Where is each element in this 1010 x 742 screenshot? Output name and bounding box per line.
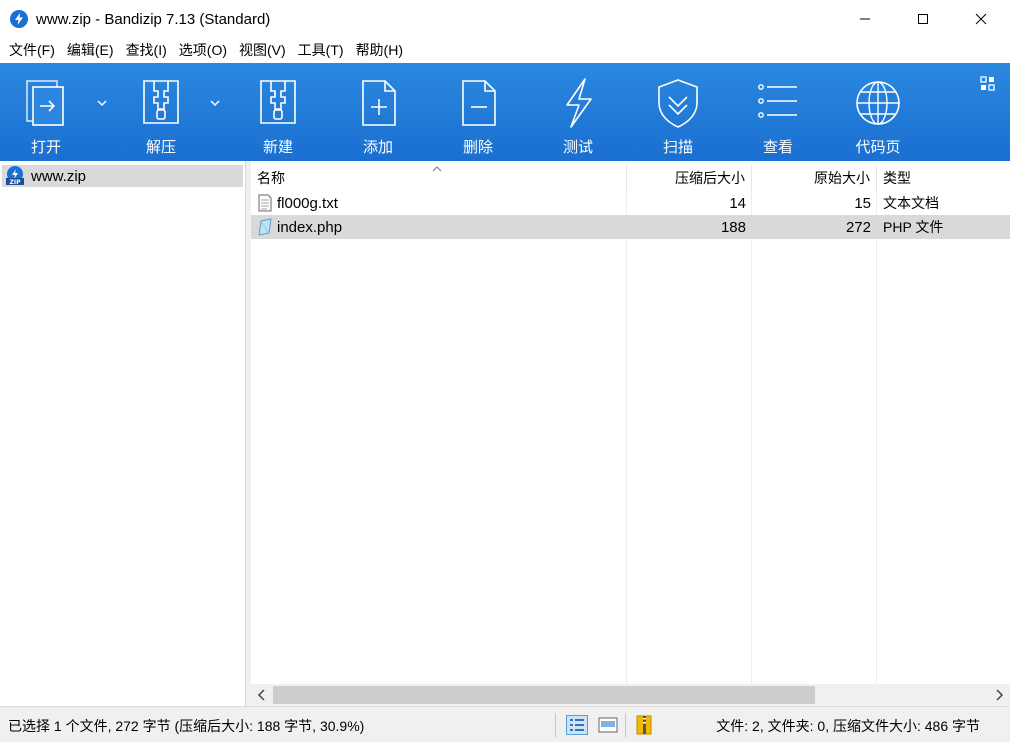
preview-pane-icon[interactable] [597, 715, 619, 735]
codepage-button[interactable]: 代码页 [830, 63, 920, 161]
tree-item-root[interactable]: ZIP www.zip [2, 165, 243, 187]
test-label: 测试 [562, 139, 593, 156]
open-dropdown-chevron-icon[interactable] [94, 95, 110, 111]
close-button[interactable] [952, 0, 1010, 38]
delete-label: 删除 [462, 139, 493, 156]
extract-button[interactable]: 解压 [113, 63, 203, 161]
new-archive-icon [260, 80, 296, 124]
column-header-original[interactable]: 原始大小 [752, 165, 877, 191]
lightning-icon [566, 78, 592, 128]
new-label: 新建 [262, 139, 293, 156]
add-file-icon [362, 80, 396, 126]
test-button[interactable]: 测试 [530, 63, 620, 161]
menu-options[interactable]: 选项(O) [173, 38, 233, 63]
column-header-compressed[interactable]: 压缩后大小 [627, 165, 752, 191]
maximize-icon [918, 14, 928, 24]
menu-help[interactable]: 帮助(H) [350, 38, 409, 63]
original-size: 272 [845, 218, 871, 236]
file-type: 文本文档 [883, 195, 939, 211]
scrollbar-thumb[interactable] [273, 686, 815, 704]
archive-summary-status: 文件: 2, 文件夹: 0, 压缩文件大小: 486 字节 [716, 718, 980, 734]
column-header-name[interactable]: 名称 [251, 165, 627, 191]
add-button[interactable]: 添加 [330, 63, 420, 161]
minimize-button[interactable] [836, 0, 894, 38]
layout-grid-icon[interactable] [980, 76, 996, 92]
status-divider [625, 713, 626, 737]
shield-icon [658, 79, 698, 128]
table-row[interactable]: fl000g.txt 14 15 文本文档 [251, 191, 1010, 215]
scroll-left-arrow-icon[interactable] [254, 687, 270, 703]
column-name-label: 名称 [257, 170, 285, 186]
text-file-icon [258, 194, 272, 212]
php-file-icon [258, 218, 272, 236]
add-label: 添加 [362, 139, 393, 156]
menu-bar: 文件(F) 编辑(E) 查找(I) 选项(O) 视图(V) 工具(T) 帮助(H… [0, 38, 1010, 63]
menu-edit[interactable]: 编辑(E) [61, 38, 120, 63]
column-type-label: 类型 [883, 170, 911, 186]
open-label: 打开 [30, 139, 61, 156]
menu-file[interactable]: 文件(F) [3, 38, 61, 63]
sort-ascending-icon [432, 166, 442, 172]
column-compressed-label: 压缩后大小 [675, 170, 745, 186]
codepage-label: 代码页 [855, 139, 901, 156]
open-icon [26, 80, 64, 126]
scroll-right-arrow-icon[interactable] [991, 687, 1007, 703]
column-divider [751, 165, 752, 685]
original-size: 15 [854, 194, 871, 212]
file-name: index.php [277, 218, 343, 236]
window-title: www.zip - Bandizip 7.13 (Standard) [36, 10, 271, 28]
selection-status: 已选择 1 个文件, 272 字节 (压缩后大小: 188 字节, 30.9%) [8, 718, 365, 734]
zip-archive-icon: ZIP [6, 166, 24, 186]
compressed-size: 14 [729, 194, 746, 212]
table-row-selected[interactable]: index.php 188 272 PHP 文件 [251, 215, 1010, 239]
details-view-icon[interactable] [566, 715, 588, 735]
extract-label: 解压 [145, 139, 176, 156]
delete-file-icon [462, 80, 496, 126]
view-label: 查看 [762, 139, 793, 156]
menu-find[interactable]: 查找(I) [120, 38, 173, 63]
scan-label: 扫描 [662, 139, 693, 156]
list-icon [758, 84, 797, 118]
extract-dropdown-chevron-icon[interactable] [207, 95, 223, 111]
extract-icon [143, 80, 179, 124]
file-list: 名称 压缩后大小 原始大小 类型 fl000g.txt 14 15 文本文档 i… [251, 161, 1010, 706]
status-bar: 已选择 1 个文件, 272 字节 (压缩后大小: 188 字节, 30.9%)… [0, 706, 1010, 742]
file-type: PHP 文件 [883, 219, 944, 235]
column-header-type[interactable]: 类型 [877, 165, 1010, 191]
column-divider [876, 165, 877, 685]
status-divider [555, 713, 556, 737]
folder-tree: ZIP www.zip [0, 161, 246, 706]
menu-tools[interactable]: 工具(T) [292, 38, 350, 63]
compressed-size: 188 [720, 218, 746, 236]
maximize-button[interactable] [894, 0, 952, 38]
archive-info-icon[interactable] [634, 715, 656, 735]
close-icon [975, 13, 987, 25]
delete-button[interactable]: 删除 [430, 63, 520, 161]
column-divider [626, 165, 627, 685]
scan-button[interactable]: 扫描 [630, 63, 720, 161]
minimize-icon [860, 18, 870, 20]
file-name: fl000g.txt [277, 194, 338, 212]
new-archive-button[interactable]: 新建 [230, 63, 320, 161]
horizontal-scrollbar[interactable] [251, 684, 1010, 706]
toolbar: 打开 解压 新建 添加 删除 测试 扫描 查看 代码页 [0, 63, 1010, 161]
open-button[interactable]: 打开 [0, 63, 88, 161]
tree-item-label: www.zip [31, 167, 87, 185]
view-button[interactable]: 查看 [730, 63, 820, 161]
bandizip-app-icon [10, 10, 28, 28]
globe-icon [856, 81, 900, 125]
list-header: 名称 压缩后大小 原始大小 类型 [251, 165, 1010, 191]
svg-text:ZIP: ZIP [10, 179, 22, 186]
menu-view[interactable]: 视图(V) [233, 38, 292, 63]
title-bar: www.zip - Bandizip 7.13 (Standard) [0, 0, 1010, 38]
column-original-label: 原始大小 [814, 170, 870, 186]
